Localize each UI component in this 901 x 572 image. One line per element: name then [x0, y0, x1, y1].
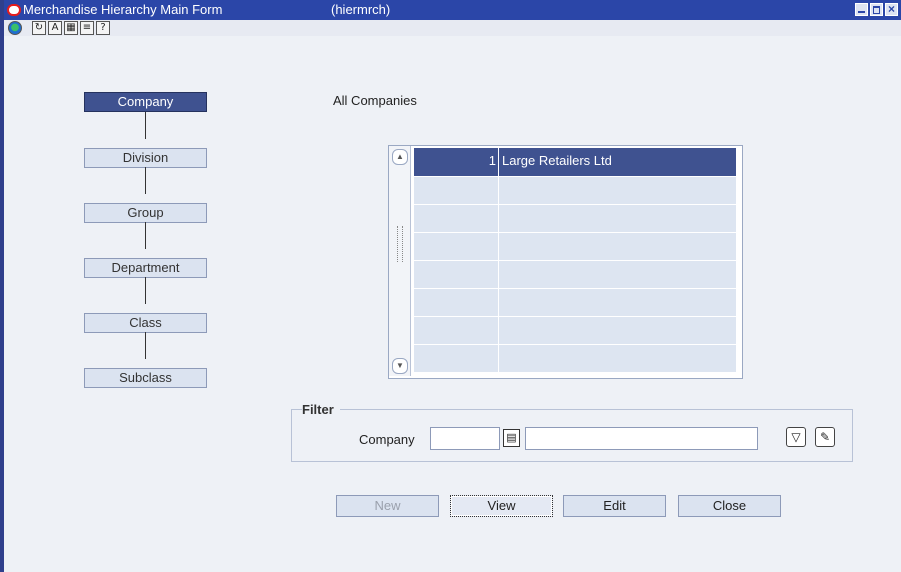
maximize-icon[interactable] [870, 3, 883, 16]
close-window-icon[interactable]: × [885, 3, 898, 16]
main-window: Merchandise Hierarchy Main Form (hiermrc… [0, 0, 901, 572]
refresh-icon[interactable]: ↻ [32, 21, 46, 35]
scroll-up-icon[interactable]: ▲ [392, 149, 408, 165]
globe-icon[interactable]: ● [8, 21, 22, 35]
hierarchy-connector [145, 277, 146, 304]
title-bar: Merchandise Hierarchy Main Form (hiermrc… [4, 0, 901, 20]
minimize-icon[interactable] [855, 3, 868, 16]
toolbar: ● ↻ A ▦ ≡ ? [4, 20, 901, 36]
row-number: 1 [414, 148, 499, 176]
form-content: Company Division Group Department Class … [4, 36, 901, 572]
table-row-empty[interactable] [414, 176, 736, 204]
table-row-empty[interactable] [414, 260, 736, 288]
company-grid: ▲ ▼ 1 Large Retailers Ltd [388, 145, 743, 379]
table-row[interactable]: 1 Large Retailers Ltd [414, 148, 736, 176]
company-code-input[interactable] [430, 427, 500, 450]
company-button[interactable]: Company [84, 92, 207, 112]
form-code: (hiermrch) [331, 2, 391, 17]
hierarchy-connector [145, 222, 146, 249]
window-controls: × [855, 3, 898, 16]
division-button[interactable]: Division [84, 148, 207, 168]
apply-filter-icon[interactable]: ▽ [786, 427, 806, 447]
hierarchy-connector [145, 167, 146, 194]
calendar-icon[interactable]: ▦ [64, 21, 78, 35]
all-companies-label: All Companies [333, 93, 417, 108]
list-of-values-icon[interactable]: ▤ [503, 429, 520, 447]
window-title: Merchandise Hierarchy Main Form [23, 2, 223, 17]
scroll-down-icon[interactable]: ▼ [392, 358, 408, 374]
table-row-empty[interactable] [414, 232, 736, 260]
filter-legend: Filter [302, 402, 340, 417]
close-button[interactable]: Close [678, 495, 781, 517]
table-row-empty[interactable] [414, 344, 736, 372]
new-button[interactable]: New [336, 495, 439, 517]
table-row-empty[interactable] [414, 288, 736, 316]
department-button[interactable]: Department [84, 258, 207, 278]
hierarchy-connector [145, 332, 146, 359]
company-name-input[interactable] [525, 427, 758, 450]
find-replace-icon[interactable]: A [48, 21, 62, 35]
scroll-grip[interactable] [397, 226, 403, 262]
subclass-button[interactable]: Subclass [84, 368, 207, 388]
grid-scrollbar[interactable]: ▲ ▼ [389, 146, 411, 376]
filter-company-label: Company [359, 432, 415, 447]
table-row-empty[interactable] [414, 204, 736, 232]
class-button[interactable]: Class [84, 313, 207, 333]
view-button[interactable]: View [450, 495, 553, 517]
oracle-logo-icon [7, 4, 21, 16]
help-icon[interactable]: ? [96, 21, 110, 35]
clear-filter-icon[interactable]: ✎ [815, 427, 835, 447]
table-row-empty[interactable] [414, 316, 736, 344]
notes-icon[interactable]: ≡ [80, 21, 94, 35]
hierarchy-connector [145, 112, 146, 139]
group-button[interactable]: Group [84, 203, 207, 223]
edit-button[interactable]: Edit [563, 495, 666, 517]
company-name: Large Retailers Ltd [502, 153, 612, 168]
